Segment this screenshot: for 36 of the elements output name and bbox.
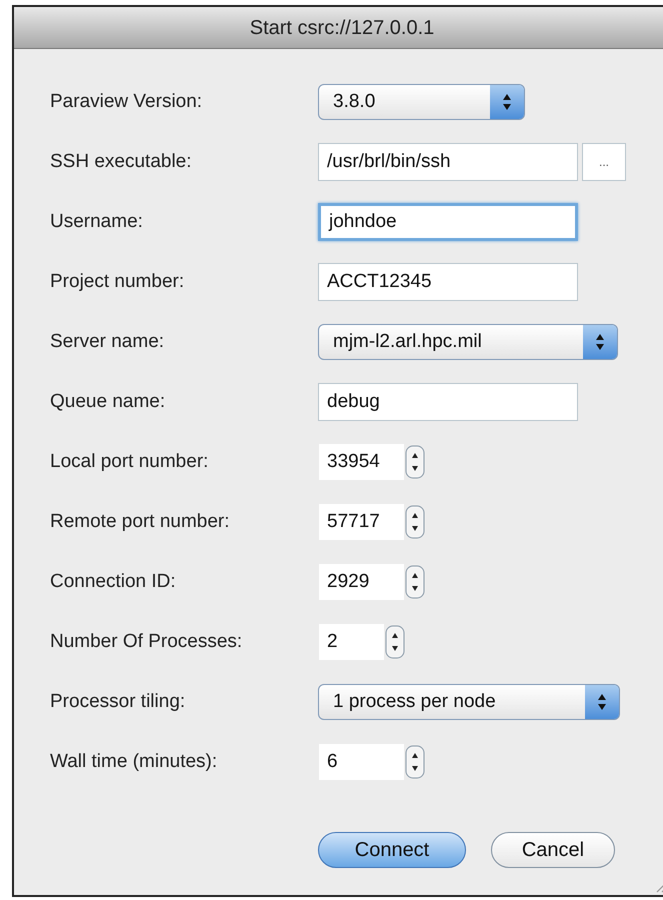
number-field[interactable]: 2 [318, 623, 385, 661]
field-label: Project number: [49, 270, 186, 294]
dialog-button[interactable]: Cancel [491, 832, 615, 868]
window-title: Start csrc://127.0.0.1 [250, 16, 434, 40]
text-field[interactable]: johndoe [318, 203, 578, 241]
stepper-icon[interactable] [405, 505, 425, 539]
field-label: Paraview Version: [49, 90, 204, 114]
popup-button[interactable]: 1 process per node [318, 684, 620, 720]
field-label: Username: [49, 210, 144, 234]
field-label: Remote port number: [49, 510, 231, 534]
browse-button[interactable]: ... [582, 143, 626, 181]
number-field[interactable]: 6 [318, 743, 405, 781]
field-label: Connection ID: [49, 570, 177, 594]
field-label: Processor tiling: [49, 690, 186, 714]
field-label: SSH executable: [49, 150, 193, 174]
number-field[interactable]: 57717 [318, 503, 405, 541]
field-label: Local port number: [49, 450, 210, 474]
field-label: Server name: [49, 330, 166, 354]
popup-button[interactable]: mjm-l2.arl.hpc.mil [318, 324, 618, 360]
up-down-arrows-icon [595, 332, 605, 352]
stepper-icon[interactable] [405, 445, 425, 479]
field-label: Queue name: [49, 390, 166, 414]
up-down-arrows-icon [597, 692, 607, 712]
default-dialog-button[interactable]: Connect [318, 832, 466, 868]
text-field[interactable]: debug [318, 383, 578, 421]
number-field[interactable]: 33954 [318, 443, 405, 481]
stepper-icon[interactable] [405, 745, 425, 779]
popup-button[interactable]: 3.8.0 [318, 84, 525, 120]
up-down-arrows-icon [502, 92, 512, 112]
text-field[interactable]: ACCT12345 [318, 263, 578, 301]
stepper-icon[interactable] [385, 625, 405, 659]
stepper-icon[interactable] [405, 565, 425, 599]
text-field[interactable]: /usr/brl/bin/ssh [318, 143, 578, 181]
field-label: Wall time (minutes): [49, 750, 218, 774]
number-field[interactable]: 2929 [318, 563, 405, 601]
field-label: Number Of Processes: [49, 630, 244, 654]
